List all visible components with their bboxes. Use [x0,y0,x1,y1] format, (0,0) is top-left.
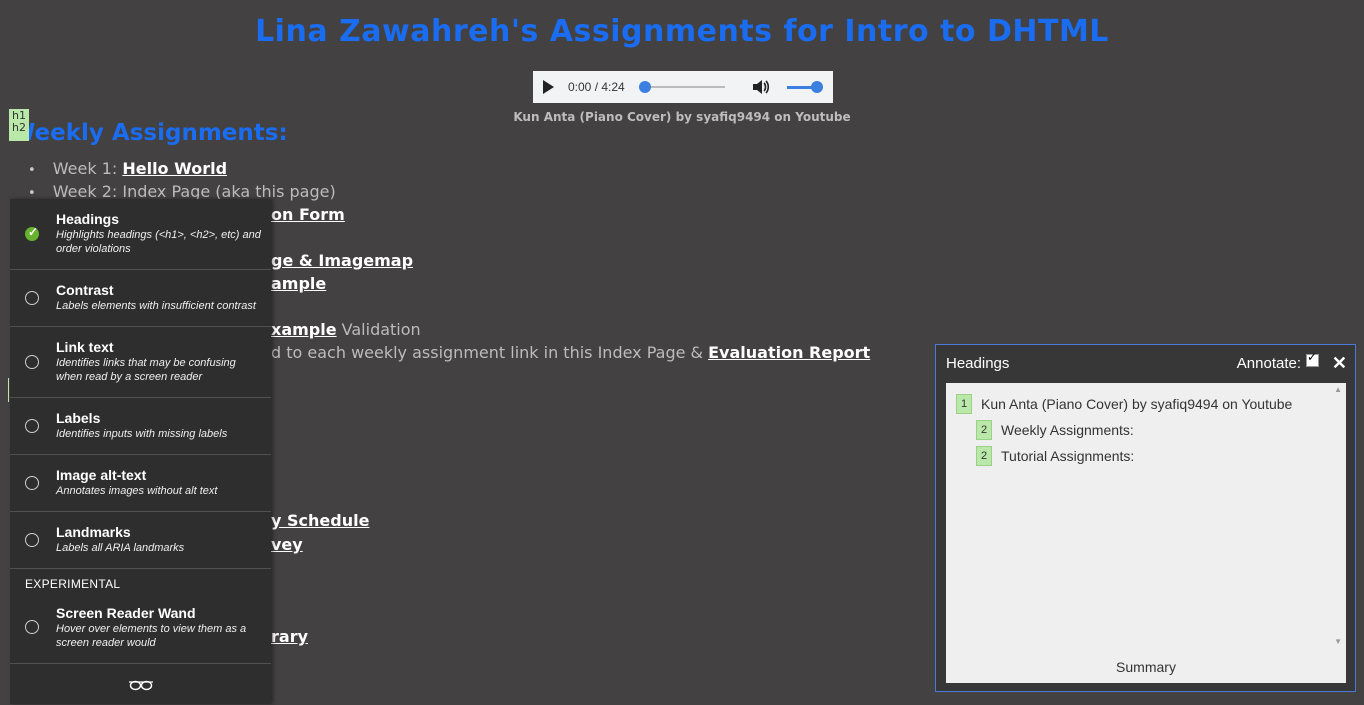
example-link[interactable]: ample [271,274,326,293]
evaluation-report-link[interactable]: Evaluation Report [708,343,870,362]
summary-label: Summary [1116,659,1176,675]
accessibility-tools-panel: Headings Highlights headings (<h1>, <h2>… [10,199,271,704]
headings-list-area: ▲ 1 Kun Anta (Piano Cover) by syafiq9494… [946,383,1346,683]
radio-icon[interactable] [25,476,39,490]
list-item: Week 1: Hello World [28,157,336,180]
glasses-icon [128,680,153,690]
heading-badge: h1 h2 [9,109,29,141]
close-icon[interactable]: ✕ [1332,353,1347,374]
scroll-down-icon[interactable]: ▼ [1334,637,1342,646]
toggle-panel-button[interactable] [10,663,271,705]
heading-item[interactable]: 1 Kun Anta (Piano Cover) by syafiq9494 o… [956,391,1292,417]
plugin-contrast[interactable]: Contrast Labels elements with insufficie… [10,270,271,327]
headings-list: 1 Kun Anta (Piano Cover) by syafiq9494 o… [956,391,1292,469]
plugin-labels[interactable]: Labels Identifies inputs with missing la… [10,398,271,455]
library-link[interactable]: rary [271,627,308,646]
heading-item[interactable]: 2 Weekly Assignments: [956,417,1292,443]
validation-example-link[interactable]: xample [271,320,337,339]
radio-icon[interactable] [25,355,39,369]
radio-icon[interactable] [25,533,39,547]
scroll-up-icon[interactable]: ▲ [1334,385,1342,394]
evaluation-line: d to each weekly assignment link in this… [271,343,871,362]
heading-item[interactable]: 2 Tutorial Assignments: [956,443,1292,469]
headings-panel: Headings Annotate: ✕ ▲ 1 Kun Anta (Piano… [935,344,1356,692]
plugin-headings[interactable]: Headings Highlights headings (<h1>, <h2>… [10,199,271,270]
radio-icon[interactable] [25,620,39,634]
seek-slider[interactable] [638,81,725,93]
check-icon[interactable] [25,225,39,241]
audio-player[interactable]: 0:00 / 4:24 [533,71,833,103]
schedule-link[interactable]: y Schedule [271,511,369,530]
radio-icon[interactable] [25,291,39,305]
plugin-screen-reader-wand[interactable]: Screen Reader Wand Hover over elements t… [10,594,271,664]
annotate-toggle[interactable]: Annotate: [1237,350,1319,372]
page-title: Lina Zawahreh's Assignments for Intro to… [255,14,1109,49]
volume-icon[interactable] [751,78,771,96]
focus-indicator [8,378,9,402]
play-icon[interactable] [543,80,554,94]
week-list: Week 1: Hello World Week 2: Index Page (… [28,157,336,203]
audio-time: 0:00 / 4:24 [568,80,625,94]
imagemap-link[interactable]: ge & Imagemap [271,251,413,270]
validation-line: xample Validation [271,320,421,339]
hello-world-link[interactable]: Hello World [122,159,227,178]
plugin-landmarks[interactable]: Landmarks Labels all ARIA landmarks [10,512,271,569]
plugin-link-text[interactable]: Link text Identifies links that may be c… [10,327,271,398]
weekly-heading: Weekly Assignments: [10,120,288,146]
volume-slider[interactable] [786,80,823,93]
annotate-checkbox[interactable] [1306,350,1319,367]
form-link[interactable]: on Form [271,205,345,224]
experimental-label: EXPERIMENTAL [25,577,121,591]
headings-panel-title: Headings [946,355,1010,372]
survey-link[interactable]: vey [271,535,303,554]
plugin-image-alt-text[interactable]: Image alt-text Annotates images without … [10,455,271,512]
radio-icon[interactable] [25,419,39,433]
